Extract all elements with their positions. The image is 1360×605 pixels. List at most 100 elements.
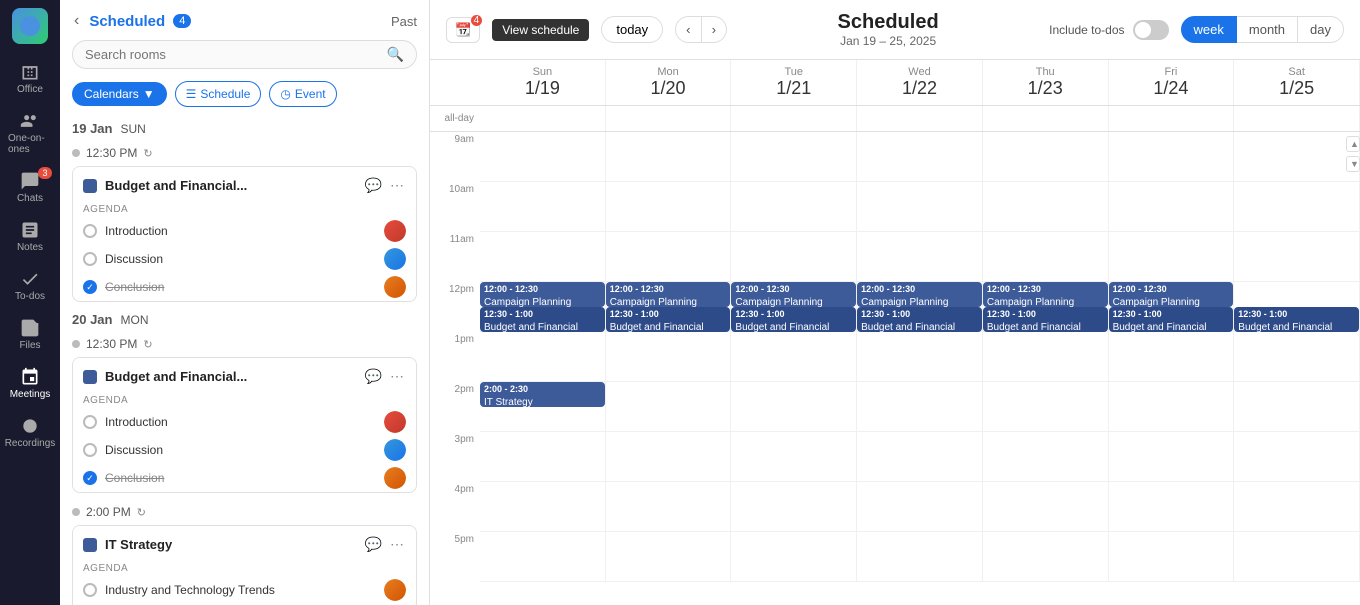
cell-11am-5[interactable] — [1109, 232, 1235, 282]
scroll-down-button[interactable]: ▼ — [1346, 156, 1360, 172]
scroll-up-button[interactable]: ▲ — [1346, 136, 1360, 152]
event-budget-fri[interactable]: 12:30 - 1:00 Budget and Financial Review — [1109, 307, 1234, 332]
cell-10am-2[interactable] — [731, 182, 857, 232]
cell-5pm-5[interactable] — [1109, 532, 1235, 582]
sidebar-item-notes[interactable]: Notes — [4, 214, 56, 259]
cell-9am-4[interactable] — [983, 132, 1109, 182]
cell-1pm-1[interactable] — [606, 332, 732, 382]
cell-5pm-4[interactable] — [983, 532, 1109, 582]
cell-4pm-0[interactable] — [480, 482, 606, 532]
cell-12pm-0[interactable]: 12:00 - 12:30 Campaign Planning 12:30 - … — [480, 282, 606, 332]
event-budget-wed[interactable]: 12:30 - 1:00 Budget and Financial Review — [857, 307, 982, 332]
cell-9am-1[interactable] — [606, 132, 732, 182]
cell-1pm-4[interactable] — [983, 332, 1109, 382]
cell-4pm-4[interactable] — [983, 482, 1109, 532]
sidebar-item-one-on-ones[interactable]: One-on-ones — [4, 105, 56, 161]
cell-2pm-4[interactable] — [983, 382, 1109, 432]
meeting-more-btn-1-0[interactable]: ⋯ — [388, 366, 406, 387]
cell-9am-2[interactable] — [731, 132, 857, 182]
cell-3pm-6[interactable] — [1234, 432, 1360, 482]
sidebar-item-office[interactable]: Office — [4, 56, 56, 101]
cell-3pm-2[interactable] — [731, 432, 857, 482]
tab-week[interactable]: week — [1181, 16, 1237, 43]
cell-2pm-1[interactable] — [606, 382, 732, 432]
event-campaign-wed[interactable]: 12:00 - 12:30 Campaign Planning — [857, 282, 982, 307]
cell-10am-1[interactable] — [606, 182, 732, 232]
cell-10am-6[interactable] — [1234, 182, 1360, 232]
cell-9am-5[interactable] — [1109, 132, 1235, 182]
prev-arrow[interactable]: ‹ — [675, 16, 701, 43]
cell-2pm-6[interactable] — [1234, 382, 1360, 432]
cell-2pm-0[interactable]: 2:00 - 2:30 IT Strategy — [480, 382, 606, 432]
sidebar-item-recordings[interactable]: Recordings — [4, 410, 56, 455]
refresh-icon-1-0[interactable]: ↻ — [143, 338, 152, 351]
refresh-icon-0[interactable]: ↻ — [143, 147, 152, 160]
cell-9am-3[interactable] — [857, 132, 983, 182]
event-budget-sun[interactable]: 12:30 - 1:00 Budget and Financial Review — [480, 307, 605, 332]
cell-5pm-0[interactable] — [480, 532, 606, 582]
cell-3pm-4[interactable] — [983, 432, 1109, 482]
cell-10am-5[interactable] — [1109, 182, 1235, 232]
cell-11am-1[interactable] — [606, 232, 732, 282]
tab-month[interactable]: month — [1237, 16, 1298, 43]
cell-12pm-2[interactable]: 12:00 - 12:30 Campaign Planning 12:30 - … — [731, 282, 857, 332]
cell-1pm-2[interactable] — [731, 332, 857, 382]
meeting-more-btn-0[interactable]: ⋯ — [388, 175, 406, 196]
collapse-button[interactable]: ‹ — [72, 10, 81, 32]
cell-5pm-1[interactable] — [606, 532, 732, 582]
cell-1pm-3[interactable] — [857, 332, 983, 382]
cell-5pm-3[interactable] — [857, 532, 983, 582]
cell-2pm-5[interactable] — [1109, 382, 1235, 432]
event-campaign-sun[interactable]: 12:00 - 12:30 Campaign Planning — [480, 282, 605, 307]
cell-11am-6[interactable] — [1234, 232, 1360, 282]
calendars-button[interactable]: Calendars ▼ — [72, 82, 167, 106]
calendar-icon-button[interactable]: 📆 4 — [446, 17, 480, 43]
cell-1pm-6[interactable] — [1234, 332, 1360, 382]
cell-4pm-5[interactable] — [1109, 482, 1235, 532]
cell-12pm-3[interactable]: 12:00 - 12:30 Campaign Planning 12:30 - … — [857, 282, 983, 332]
cell-11am-4[interactable] — [983, 232, 1109, 282]
meeting-card-1-1[interactable]: IT Strategy 💬 ⋯ AGENDA Industry and Tech… — [72, 525, 417, 605]
cell-12pm-4[interactable]: 12:00 - 12:30 Campaign Planning 12:30 - … — [983, 282, 1109, 332]
cell-3pm-0[interactable] — [480, 432, 606, 482]
cell-4pm-2[interactable] — [731, 482, 857, 532]
next-arrow[interactable]: › — [702, 16, 727, 43]
today-button[interactable]: today — [601, 16, 663, 43]
cell-11am-2[interactable] — [731, 232, 857, 282]
cell-3pm-5[interactable] — [1109, 432, 1235, 482]
cell-12pm-6[interactable]: 12:30 - 1:00 Budget and Financial Review — [1234, 282, 1360, 332]
cell-10am-0[interactable] — [480, 182, 606, 232]
include-todos-toggle[interactable] — [1133, 20, 1169, 40]
cell-12pm-5[interactable]: 12:00 - 12:30 Campaign Planning 12:30 - … — [1109, 282, 1235, 332]
sidebar-item-files[interactable]: Files — [4, 312, 56, 357]
event-budget-sat[interactable]: 12:30 - 1:00 Budget and Financial Review — [1234, 307, 1359, 332]
cell-3pm-3[interactable] — [857, 432, 983, 482]
sidebar-item-meetings[interactable]: Meetings — [4, 361, 56, 406]
cell-4pm-6[interactable] — [1234, 482, 1360, 532]
meeting-comment-btn-1-1[interactable]: 💬 — [363, 534, 384, 555]
tab-day[interactable]: day — [1298, 16, 1344, 43]
event-campaign-fri[interactable]: 12:00 - 12:30 Campaign Planning — [1109, 282, 1234, 307]
meeting-more-btn-1-1[interactable]: ⋯ — [388, 534, 406, 555]
schedule-button[interactable]: ☰ Schedule — [175, 81, 262, 107]
event-campaign-tue[interactable]: 12:00 - 12:30 Campaign Planning — [731, 282, 856, 307]
cell-11am-3[interactable] — [857, 232, 983, 282]
meeting-card-1-0[interactable]: Budget and Financial... 💬 ⋯ AGENDA Intro… — [72, 357, 417, 493]
meeting-comment-btn-1-0[interactable]: 💬 — [363, 366, 384, 387]
sidebar-item-chats[interactable]: 3 Chats — [4, 165, 56, 210]
cell-12pm-1[interactable]: 12:00 - 12:30 Campaign Planning 12:30 - … — [606, 282, 732, 332]
cell-9am-6[interactable] — [1234, 132, 1360, 182]
cell-9am-0[interactable] — [480, 132, 606, 182]
cell-2pm-2[interactable] — [731, 382, 857, 432]
event-budget-mon[interactable]: 12:30 - 1:00 Budget and Financial Review — [606, 307, 731, 332]
event-button[interactable]: ◷ Event — [269, 81, 336, 107]
refresh-icon-1-1[interactable]: ↻ — [137, 506, 146, 519]
cell-4pm-3[interactable] — [857, 482, 983, 532]
cell-5pm-2[interactable] — [731, 532, 857, 582]
sidebar-item-todos[interactable]: To-dos — [4, 263, 56, 308]
event-campaign-mon[interactable]: 12:00 - 12:30 Campaign Planning — [606, 282, 731, 307]
cell-5pm-6[interactable] — [1234, 532, 1360, 582]
event-budget-thu[interactable]: 12:30 - 1:00 Budget and Financial Review — [983, 307, 1108, 332]
past-button[interactable]: Past — [391, 14, 417, 29]
search-input[interactable] — [85, 47, 379, 62]
